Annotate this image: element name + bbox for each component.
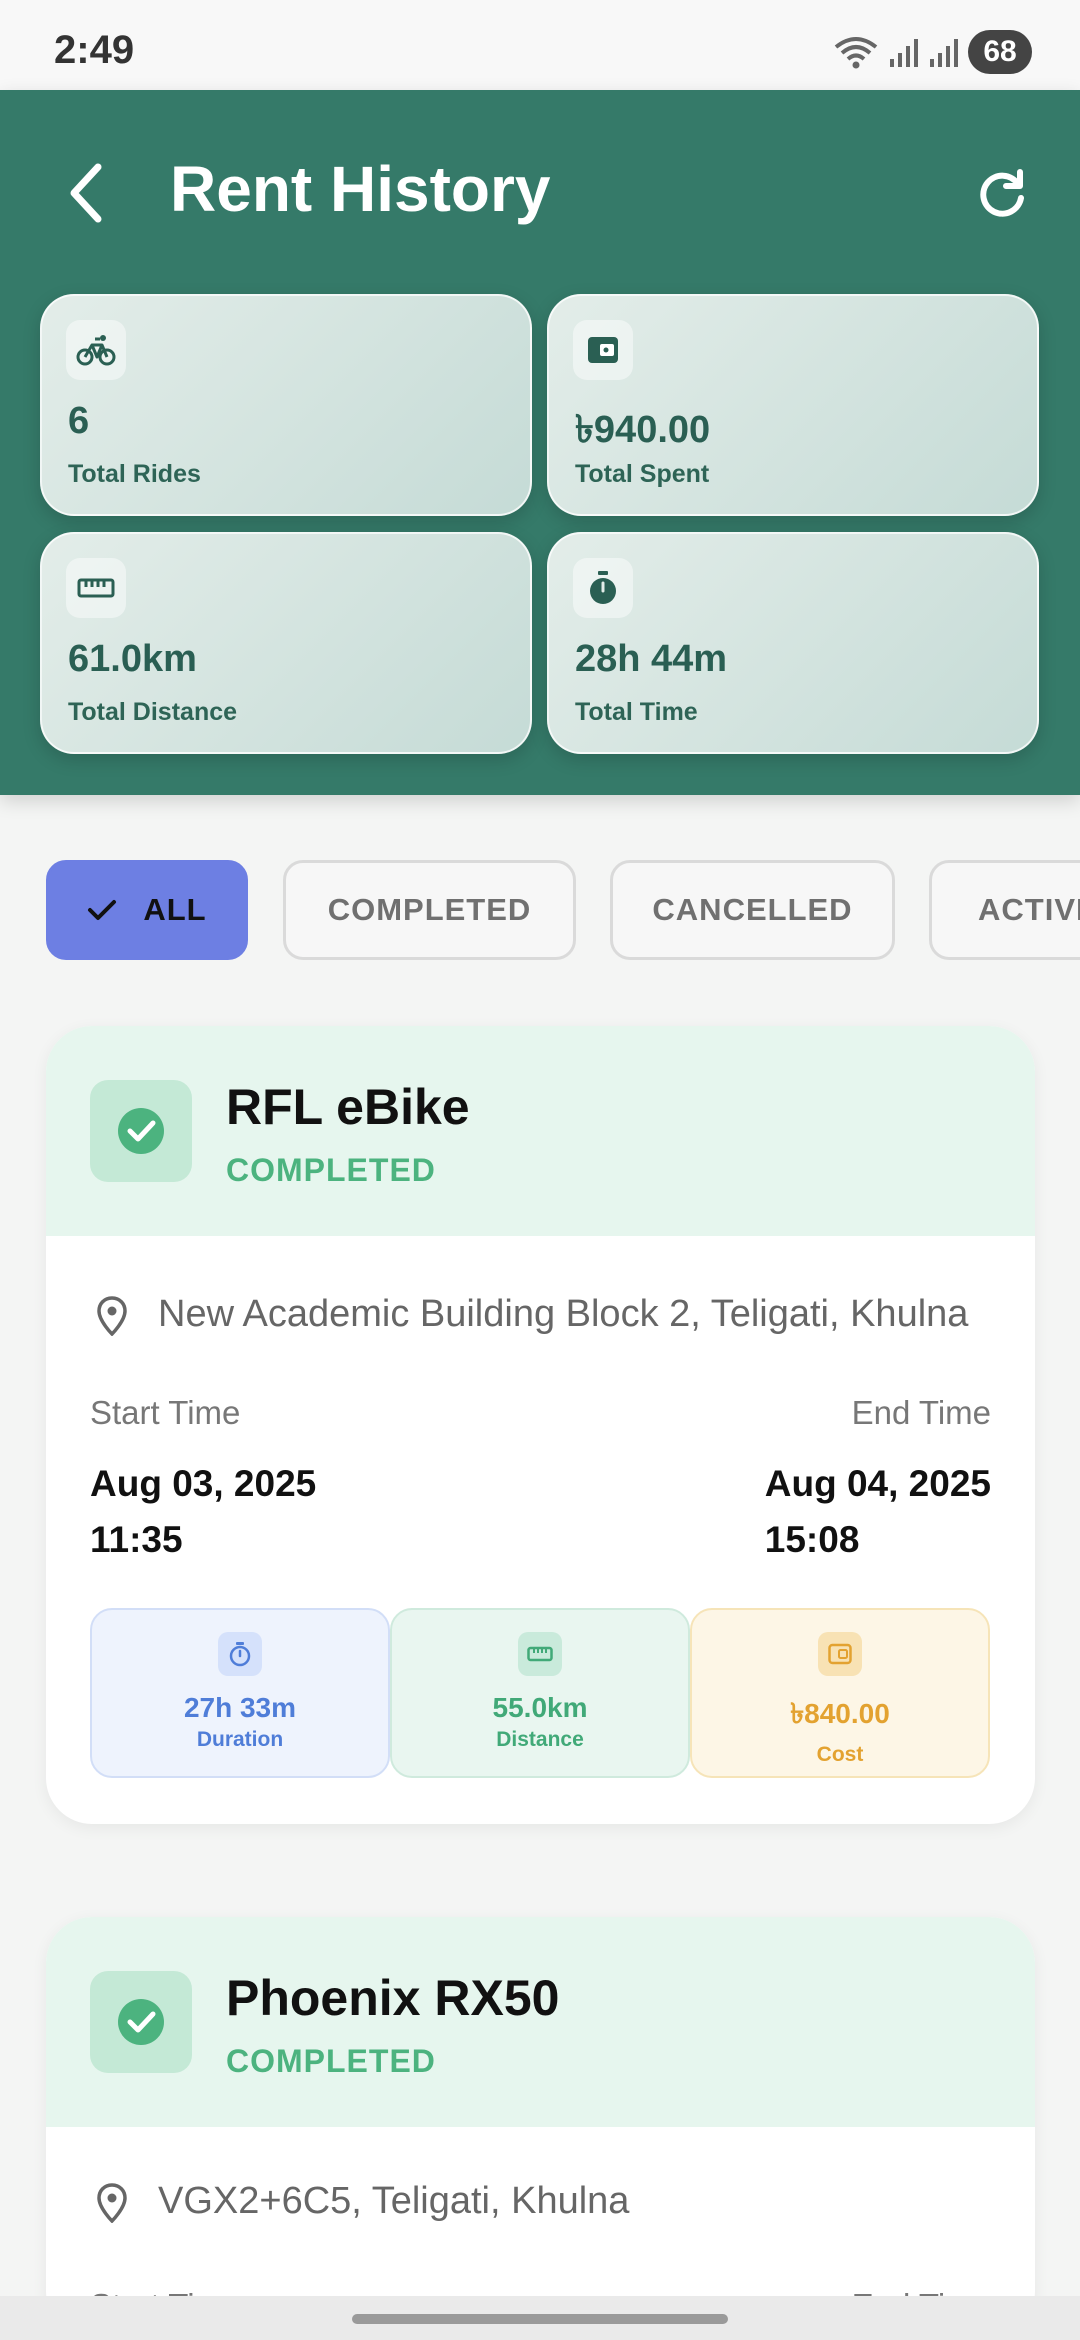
filter-chip-all[interactable]: ALL [46,860,248,960]
start-time-block: Start Time Aug 03, 2025 11:35 [90,1394,316,1568]
start-time: 11:35 [90,1519,183,1560]
distance-metric: 55.0km Distance [390,1608,690,1778]
distance-label: Distance [496,1728,584,1751]
home-gesture-handle[interactable] [352,2314,728,2324]
location-pin-icon [90,1296,134,1336]
chip-label: COMPLETED [327,892,532,927]
metrics-row: 27h 33m Duration 55.0km Distance ৳840.00… [90,1608,991,1778]
completed-check-icon [90,1971,192,2073]
bike-name: Phoenix RX50 [226,1970,560,2026]
status-time: 2:49 [54,28,135,72]
timer-icon [573,558,633,618]
bicycle-icon [66,320,126,380]
duration-metric: 27h 33m Duration [90,1608,390,1778]
ruler-icon [518,1632,562,1676]
back-button[interactable] [56,158,116,228]
duration-label: Duration [196,1728,284,1751]
status-bar: 2:49 68 [0,0,1080,90]
location-row: New Academic Building Block 2, Teligati,… [90,1286,991,1342]
chip-label: ACTIVE [978,892,1080,927]
filter-chips: ALL COMPLETED CANCELLED ACTIVE [0,860,1080,960]
filter-chip-active[interactable]: ACTIVE [929,860,1080,960]
start-time-label: Start Time [90,1394,241,1431]
stat-value: 28h 44m [575,638,728,680]
rental-card-body: New Academic Building Block 2, Teligati,… [46,1236,1035,1824]
stat-label: Total Distance [68,698,238,726]
end-time: 15:08 [764,1519,860,1560]
filter-chip-cancelled[interactable]: CANCELLED [610,860,895,960]
location-text: New Academic Building Block 2, Teligati,… [158,1293,969,1335]
stat-value: 61.0km [68,638,197,680]
start-date: Aug 03, 2025 [90,1463,317,1504]
wallet-icon [818,1632,862,1676]
arrow-left-icon [70,163,102,223]
stat-label: Total Time [575,698,698,726]
battery-indicator: 68 [968,30,1032,74]
time-row: Start Time Aug 03, 2025 11:35 End Time A… [90,1394,991,1568]
duration-value: 27h 33m [183,1692,297,1723]
status-icons: 68 [834,30,1032,74]
chip-label: CANCELLED [652,892,853,927]
cost-value: ৳840.00 [790,1698,890,1729]
end-time-label: End Time [851,1394,991,1431]
bike-name: RFL eBike [226,1079,470,1135]
header: Rent History 6 Total Rides ৳940.00 Total… [0,90,1080,795]
end-time-block: End Time Aug 04, 2025 15:08 [765,1394,991,1568]
refresh-icon [980,169,1024,217]
location-text: VGX2+6C5, Teligati, Khulna [158,2180,630,2222]
rental-card-header: RFL eBike COMPLETED [46,1026,1035,1236]
stat-value: 6 [68,400,90,442]
stat-label: Total Rides [68,460,201,488]
rental-card[interactable]: RFL eBike COMPLETED New Academic Buildin… [46,1026,1035,1824]
stat-total-spent: ৳940.00 Total Spent [547,294,1039,516]
status-badge: COMPLETED [226,1152,436,1188]
completed-check-icon [90,1080,192,1182]
stat-value: ৳940.00 [575,409,711,451]
distance-value: 55.0km [492,1692,588,1723]
cost-label: Cost [816,1743,864,1766]
checkmark-icon [88,900,117,920]
location-pin-icon [90,2183,134,2223]
filter-chip-completed[interactable]: COMPLETED [283,860,576,960]
wifi-icon [834,37,878,69]
signal-icon [930,39,958,67]
ruler-icon [66,558,126,618]
cost-metric: ৳840.00 Cost [690,1608,990,1778]
stat-total-rides: 6 Total Rides [40,294,532,516]
signal-icon [890,39,918,67]
system-nav-bar [0,2296,1080,2340]
wallet-icon [573,320,633,380]
refresh-button[interactable] [964,156,1040,232]
stat-total-distance: 61.0km Total Distance [40,532,532,754]
page-title: Rent History [170,153,551,225]
chip-label: ALL [143,892,207,927]
rental-card[interactable]: Phoenix RX50 COMPLETED VGX2+6C5, Teligat… [46,1917,1035,2337]
end-date: Aug 04, 2025 [764,1463,991,1504]
status-badge: COMPLETED [226,2043,436,2079]
stat-total-time: 28h 44m Total Time [547,532,1039,754]
timer-icon [218,1632,262,1676]
stat-label: Total Spent [575,460,710,488]
rental-card-header: Phoenix RX50 COMPLETED [46,1917,1035,2127]
location-row: VGX2+6C5, Teligati, Khulna [90,2173,991,2229]
